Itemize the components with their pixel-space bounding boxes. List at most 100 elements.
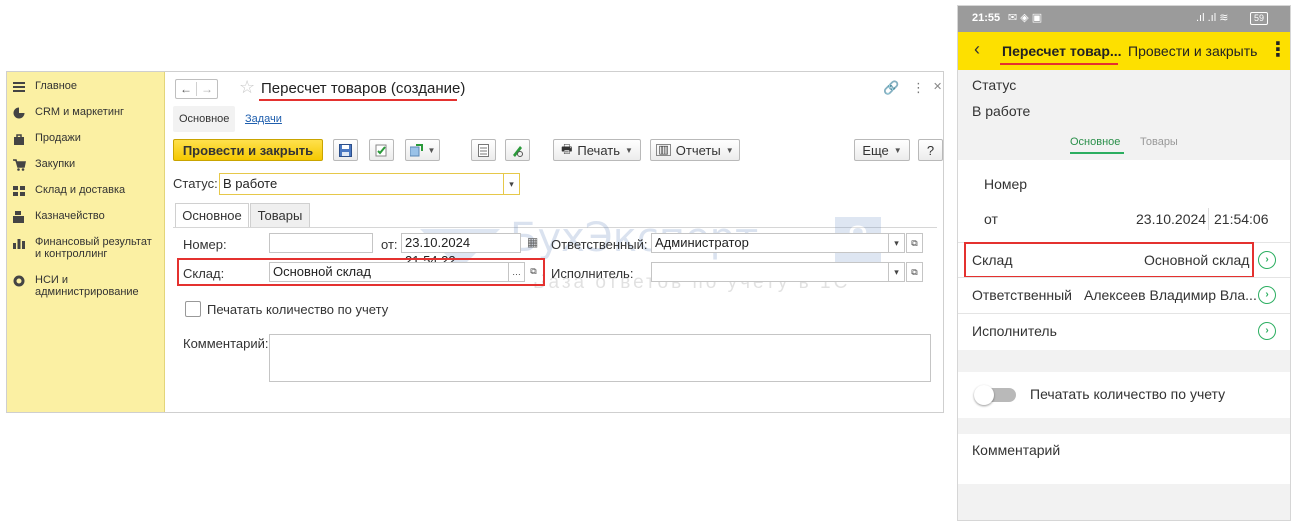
status-value[interactable]: В работе <box>972 103 1030 119</box>
sidebar: Главное CRM и маркетинг Продажи Закупки … <box>7 72 165 412</box>
post-button[interactable] <box>369 139 394 161</box>
print-button[interactable]: 🖶 Печать ▼ <box>553 139 641 161</box>
number-label: Номер: <box>183 237 227 252</box>
back-arrow-icon[interactable]: ← <box>176 82 196 96</box>
back-chevron-icon[interactable]: ‹ <box>974 39 980 60</box>
reports-icon: ▥ <box>656 144 671 156</box>
status-block: Статус В работе <box>958 70 1290 132</box>
sidebar-item-nsi[interactable]: НСИ и администрирование <box>7 274 164 298</box>
print-qty-checkbox[interactable] <box>185 301 201 317</box>
print-label: Печать <box>577 142 620 158</box>
comment-label: Комментарий <box>972 442 1061 458</box>
chevron-right-circle-icon[interactable]: › <box>1258 322 1276 340</box>
executor-open-icon[interactable]: ⧉ <box>906 262 923 282</box>
tab-active-indicator <box>1070 152 1124 154</box>
number-input[interactable] <box>269 233 373 253</box>
print-qty-label: Печатать количество по учету <box>1030 386 1226 402</box>
comment-textarea[interactable] <box>269 334 931 382</box>
app-title: Пересчет товар... <box>1002 43 1122 59</box>
sidebar-item-label: НСИ и администрирование <box>35 274 139 298</box>
responsible-label: Ответственный: <box>551 237 648 252</box>
responsible-open-icon[interactable]: ⧉ <box>906 233 923 253</box>
sidebar-item-sales[interactable]: Продажи <box>7 132 164 145</box>
executor-dropdown-icon[interactable]: ▾ <box>888 262 905 282</box>
sidebar-item-crm[interactable]: CRM и маркетинг <box>7 106 164 119</box>
sidebar-item-purchases[interactable]: Закупки <box>7 158 164 171</box>
post-and-close-action[interactable]: Провести и закрыть <box>1128 43 1257 59</box>
chevron-right-circle-icon[interactable]: › <box>1258 251 1276 269</box>
chevron-down-icon: ▼ <box>427 145 436 155</box>
menu-icon <box>12 81 26 93</box>
sidebar-item-label: Продажи <box>35 132 81 144</box>
tab-tasks[interactable]: Задачи <box>245 106 282 132</box>
print-qty-toggle[interactable] <box>974 385 1016 405</box>
status-label: Статус <box>972 77 1017 93</box>
responsible-label: Ответственный <box>972 287 1072 303</box>
pencil-icon <box>513 145 523 157</box>
link-icon[interactable]: 🔗 <box>883 80 899 96</box>
tab-tovary[interactable]: Товары <box>250 203 310 227</box>
comment-label: Комментарий: <box>183 336 269 351</box>
nav-buttons: ← → <box>175 79 218 99</box>
star-icon[interactable]: ☆ <box>239 77 255 98</box>
chevron-right-circle-icon[interactable]: › <box>1258 286 1276 304</box>
edit-button[interactable] <box>505 139 530 161</box>
help-button[interactable]: ? <box>918 139 943 161</box>
desktop-window: Главное CRM и маркетинг Продажи Закупки … <box>6 71 944 413</box>
print-qty-label: Печатать количество по учету <box>207 302 389 317</box>
date-value[interactable]: 23.10.2024 <box>1136 211 1206 227</box>
status-dropdown-icon[interactable]: ▾ <box>503 173 520 195</box>
save-button[interactable] <box>333 139 358 161</box>
sidebar-item-label: Финансовый результат и контроллинг <box>35 236 152 260</box>
mobile-screen: 21:55 ✉ ◈ ▣ .ıl .ıl ≋ 59 ‹ Пересчет това… <box>957 5 1291 521</box>
more-button[interactable]: Еще ▼ <box>854 139 910 161</box>
title-highlight-underline <box>1000 63 1118 65</box>
sidebar-item-warehouse[interactable]: Склад и доставка <box>7 184 164 197</box>
phone-tabs: Основное Товары <box>958 132 1290 160</box>
responsible-input[interactable]: Администратор <box>651 233 889 253</box>
tab-osnovnoe[interactable]: Основное <box>175 203 249 227</box>
bag-icon <box>12 133 26 145</box>
chevron-down-icon: ▼ <box>893 145 902 155</box>
sidebar-item-treasury[interactable]: Казначейство <box>7 210 164 223</box>
forward-arrow-icon[interactable]: → <box>196 82 217 96</box>
tab-main[interactable]: Основное <box>173 106 236 132</box>
executor-label: Исполнитель: <box>551 266 634 281</box>
executor-label: Исполнитель <box>972 323 1057 339</box>
tab-osnovnoe[interactable]: Основное <box>1070 136 1120 148</box>
report-button[interactable] <box>471 139 496 161</box>
date-label: от <box>984 211 998 227</box>
number-label: Номер <box>984 176 1028 192</box>
chevron-down-icon: ▼ <box>725 145 734 155</box>
responsible-row[interactable]: Ответственный Алексеев Владимир Вла... › <box>958 277 1290 312</box>
executor-input[interactable] <box>651 262 889 282</box>
more-vert-icon[interactable]: ⋮ <box>912 80 925 96</box>
calendar-icon[interactable]: ▦ <box>527 235 538 249</box>
document-form: ← → ☆ Пересчет товаров (создание) 🔗 ⋮ ✕ … <box>165 72 943 412</box>
warehouse-icon <box>12 185 26 197</box>
sidebar-item-label: Закупки <box>35 158 76 170</box>
printer-icon: 🖶 <box>561 141 573 156</box>
date-time-divider <box>1208 208 1209 230</box>
save-icon <box>339 143 352 157</box>
bar-chart-icon <box>12 237 26 249</box>
post-and-close-button[interactable]: Провести и закрыть <box>173 139 323 161</box>
comment-row[interactable]: Комментарий <box>958 434 1290 484</box>
status-select[interactable]: В работе <box>219 173 506 195</box>
create-based-on-button[interactable]: ▼ <box>405 139 440 161</box>
sidebar-item-finresult[interactable]: Финансовый результат и контроллинг <box>7 236 164 260</box>
cash-register-icon <box>12 211 26 223</box>
executor-row[interactable]: Исполнитель › <box>958 313 1290 348</box>
reports-button[interactable]: ▥ Отчеты ▼ <box>650 139 740 161</box>
more-label: Еще <box>862 142 889 158</box>
responsible-dropdown-icon[interactable]: ▾ <box>888 233 905 253</box>
sidebar-item-label: Склад и доставка <box>35 184 126 196</box>
time-value[interactable]: 21:54:06 <box>1214 211 1269 227</box>
date-input[interactable]: 23.10.2024 21:54:22 <box>401 233 521 268</box>
tab-tovary[interactable]: Товары <box>1140 136 1178 148</box>
more-vert-icon[interactable]: ⋮ <box>1268 37 1288 62</box>
responsible-value: Алексеев Владимир Вла... <box>1084 287 1257 303</box>
status-bar: 21:55 ✉ ◈ ▣ .ıl .ıl ≋ 59 <box>958 6 1290 32</box>
close-icon[interactable]: ✕ <box>933 80 942 93</box>
sidebar-item-main[interactable]: Главное <box>7 80 164 93</box>
